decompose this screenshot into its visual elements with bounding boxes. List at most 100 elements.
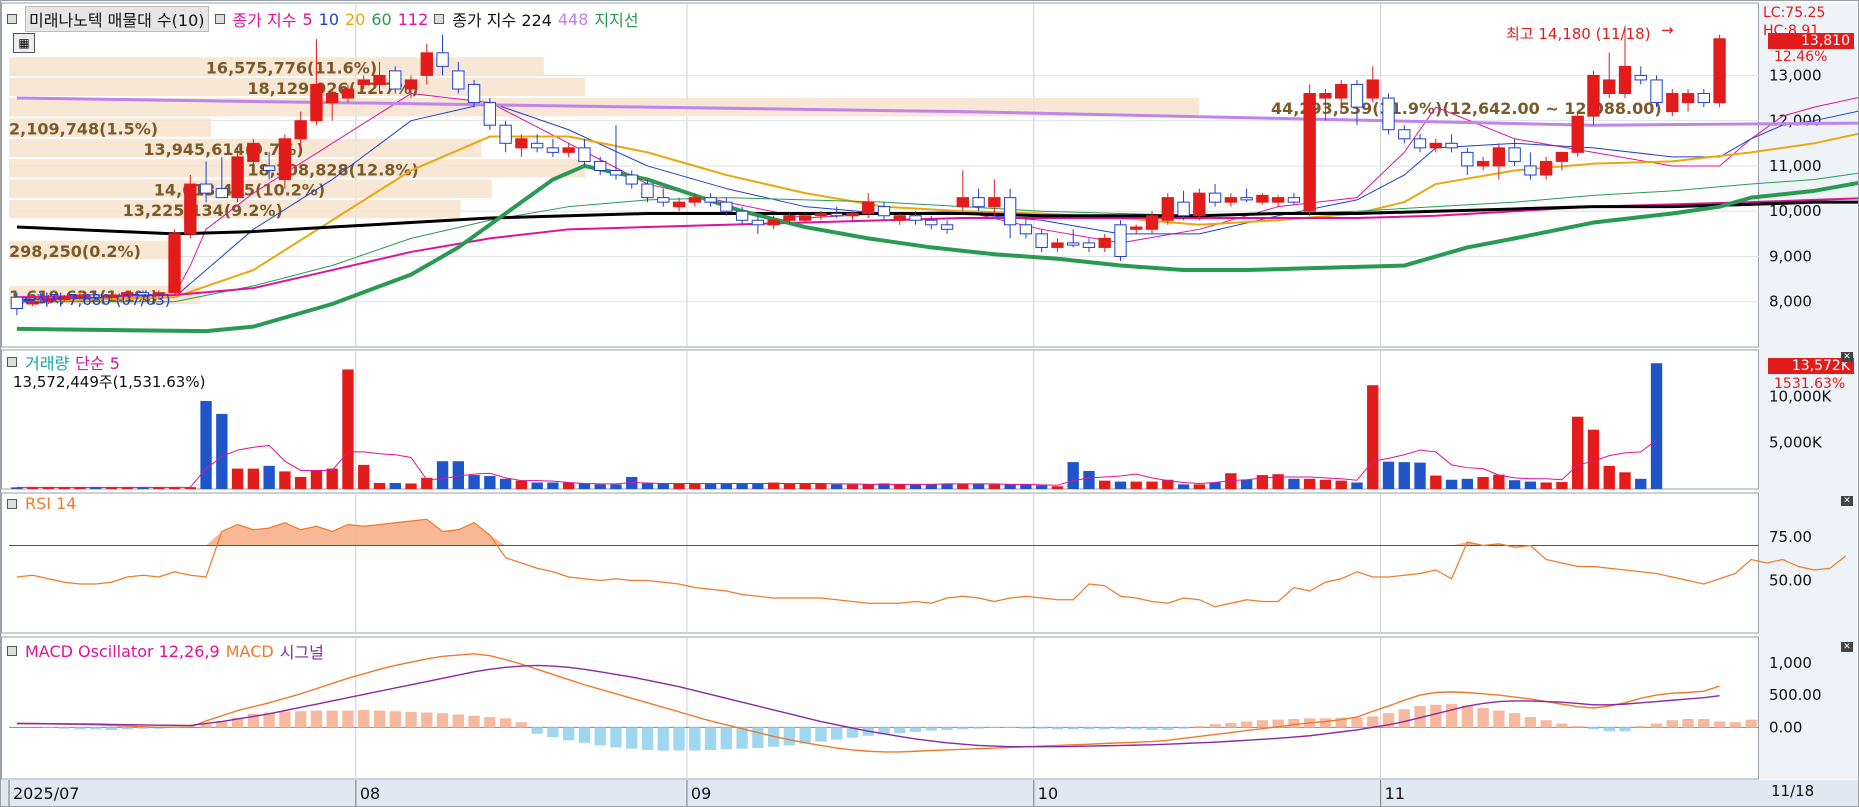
volume-profile-label: 2,109,748(1.5%): [9, 120, 158, 139]
macd-osc-bar: [1193, 726, 1205, 728]
macd-signal-label[interactable]: 시그널: [280, 639, 324, 663]
candle-body: [1666, 93, 1679, 113]
macd-osc-bar: [1256, 720, 1269, 728]
x-axis-bar: [1, 780, 1858, 806]
candle-body: [1429, 142, 1442, 149]
candle-body: [1256, 194, 1269, 203]
volume-bar: [1493, 474, 1505, 489]
macd-osc-bar: [1587, 727, 1600, 730]
macd-osc-bar: [531, 727, 543, 734]
macd-y-tick-label: 0.00: [1769, 718, 1802, 736]
candle-body: [1492, 147, 1506, 167]
candle-body: [1382, 97, 1395, 131]
support-line-label[interactable]: 지지선: [594, 7, 638, 31]
candle-body: [657, 197, 670, 203]
legend-box-icon[interactable]: [214, 14, 225, 24]
candle-body: [247, 142, 260, 162]
macd-osc-bar: [1130, 727, 1142, 730]
volume-bar: [436, 461, 449, 489]
candle-body: [341, 88, 355, 99]
volume-bar: [1351, 482, 1363, 489]
candle-body: [326, 93, 339, 104]
volume-bar: [200, 400, 212, 489]
volume-bar: [263, 465, 275, 489]
volume-bar: [1020, 484, 1032, 489]
volume-bar: [1177, 484, 1190, 489]
x-tick-label: 09: [691, 784, 711, 803]
volume-profile-label: 298,250(0.2%): [9, 242, 141, 261]
candle-body: [1051, 242, 1064, 248]
candle-body: [720, 201, 733, 212]
candle-body: [1319, 93, 1332, 99]
candle-body: [1603, 79, 1616, 95]
candle-body: [1713, 38, 1726, 104]
macd-osc-bar: [1508, 713, 1521, 728]
macd-close-icon[interactable]: ✕: [1841, 642, 1853, 652]
legend-box-icon[interactable]: [7, 646, 17, 656]
candle-body: [1366, 79, 1379, 99]
volume-bar: [310, 470, 323, 489]
macd-osc-bar: [988, 727, 1001, 729]
low-arrow-icon: ←: [23, 291, 36, 309]
candle-body: [1224, 197, 1238, 203]
volume-bar: [358, 464, 370, 489]
volume-bar: [1035, 485, 1048, 489]
volume-bar: [294, 476, 307, 489]
candle-body: [1019, 224, 1033, 235]
volume-bar: [484, 476, 496, 489]
macd-osc-bar: [326, 710, 338, 728]
macd-osc-bar: [626, 727, 638, 749]
macd-osc-bar: [704, 727, 717, 750]
macd-osc-label[interactable]: MACD Oscillator 12,26,9: [25, 642, 220, 661]
volume-bar: [1051, 486, 1064, 489]
volume-bar: [326, 468, 338, 489]
candle-body: [1413, 138, 1427, 149]
legend-box-icon[interactable]: [434, 14, 445, 24]
volume-bar: [499, 478, 512, 489]
volume-bar: [862, 484, 874, 489]
high-arrow-icon: →: [1661, 21, 1674, 39]
candle-body: [10, 296, 24, 310]
price-y-tick-label: 8,000: [1769, 293, 1812, 311]
candle-body: [1177, 201, 1190, 217]
candle-body: [672, 201, 686, 208]
volume-bar: [673, 483, 685, 489]
macd-osc-bar: [641, 727, 654, 750]
macd-osc-bar: [563, 727, 575, 741]
macd-osc-bar: [894, 727, 906, 734]
rsi-close-icon[interactable]: ✕: [1841, 496, 1853, 506]
macd-label[interactable]: MACD: [226, 642, 274, 661]
volume-bar: [1130, 481, 1142, 489]
table-toggle-icon[interactable]: ▦: [13, 33, 35, 53]
volume-bar: [1540, 482, 1552, 489]
candle-body: [1287, 197, 1301, 203]
rsi-label[interactable]: RSI 14: [25, 494, 76, 513]
volume-bar: [247, 468, 260, 489]
rsi-y-tick-label: 50.00: [1769, 572, 1812, 590]
volume-close-icon[interactable]: ✕: [1841, 352, 1853, 362]
volume-bar: [342, 369, 354, 489]
macd-osc-bar: [1114, 727, 1127, 730]
candle-body: [1539, 160, 1553, 176]
candle-body: [373, 74, 386, 85]
chart-canvas[interactable]: 2025/07 08 09 10 118,0009,00010,00011,00012,…: [1, 1, 1858, 806]
candle-body: [1208, 192, 1222, 203]
macd-osc-bar: [1572, 726, 1584, 728]
macd-osc-bar: [831, 727, 843, 740]
candle-body: [783, 215, 796, 221]
candle-body: [1335, 83, 1348, 99]
price-y-tick-label: 9,000: [1769, 247, 1812, 265]
volume-bar: [1603, 465, 1615, 489]
price-title[interactable]: 미래나노텍 매물대 수(10): [25, 6, 209, 32]
volume-bar: [1193, 484, 1205, 489]
volume-bar: [1099, 480, 1111, 489]
legend-box-icon[interactable]: [7, 498, 17, 509]
legend-box-icon[interactable]: [7, 14, 17, 24]
ma-legend-label[interactable]: 종가 지수: [233, 7, 297, 31]
candle-body: [846, 212, 859, 217]
ma2-legend-label[interactable]: 종가 지수 224: [452, 7, 552, 31]
legend-box-icon[interactable]: [7, 357, 17, 367]
volume-bar: [1477, 476, 1489, 489]
candle-body: [798, 215, 812, 221]
x-tick-label: 08: [360, 784, 380, 803]
